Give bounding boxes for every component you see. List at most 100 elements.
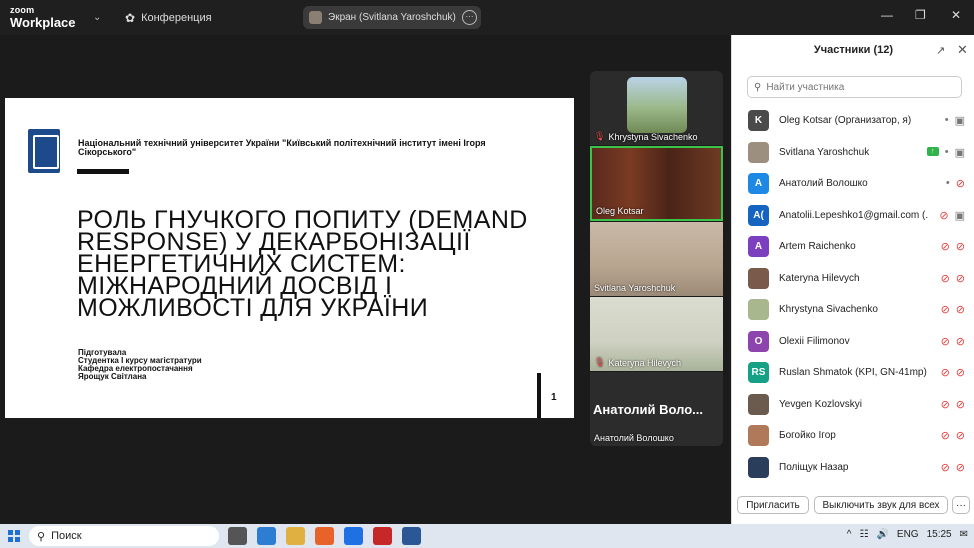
camera-icon[interactable]: ▣ <box>955 209 965 222</box>
clock[interactable]: 15:25 <box>927 529 952 540</box>
participant-name: Anatolii.Lepeshko1@gmail.com (... <box>779 209 929 221</box>
video-tile[interactable]: 🎙 Kateryna Hilevych <box>590 297 723 371</box>
mic-muted-icon[interactable]: ⊘ <box>941 429 950 442</box>
pdf-reader-icon[interactable] <box>373 527 392 545</box>
participant-name: Kateryna Hilevych <box>779 272 860 284</box>
sharer-avatar <box>309 11 322 24</box>
task-view-icon[interactable] <box>228 527 247 545</box>
participant-row[interactable]: K Oleg Kotsar (Организатор, я) • ▣ <box>732 105 974 137</box>
camera-off-icon[interactable]: ⊘ <box>956 177 965 190</box>
firefox-icon[interactable] <box>315 527 334 545</box>
taskbar-search-label: Поиск <box>51 530 82 542</box>
participant-row[interactable]: A(Anatolii.Lepeshko1@gmail.com (... ⊘ ▣ <box>732 200 974 232</box>
restore-icon[interactable]: ❐ <box>915 8 926 22</box>
zoom-logo: zoom Workplace <box>10 5 76 30</box>
mic-icon[interactable]: • <box>946 177 950 190</box>
camera-off-icon[interactable]: ⊘ <box>956 461 965 474</box>
mic-muted-icon[interactable]: ⊘ <box>941 366 950 379</box>
tile-name-text: Khrystyna Sivachenko <box>608 131 698 142</box>
video-tile[interactable]: 🎙 Khrystyna Sivachenko <box>590 71 723 145</box>
video-tile-active-speaker[interactable]: Oleg Kotsar <box>590 146 723 221</box>
participant-name: Olexii Filimonov <box>779 335 850 347</box>
windows-start-icon[interactable] <box>8 530 20 542</box>
photos-icon[interactable] <box>257 527 276 545</box>
screen-share-pill[interactable]: Экран (Svitlana Yaroshchuk) ··· <box>303 6 481 29</box>
participant-row[interactable]: Svitlana Yaroshchuk ↑ • ▣ <box>732 137 974 169</box>
close-icon[interactable]: ✕ <box>951 8 961 22</box>
windows-taskbar: ⚲ Поиск ^ ☷ 🔊 ENG 15:25 ✉ <box>0 524 974 548</box>
participant-name: Oleg Kotsar (Организатор, я) <box>779 115 912 127</box>
tile-big-name: Анатолий Воло... <box>593 402 704 417</box>
tile-name-text: Oleg Kotsar <box>596 206 644 216</box>
avatar <box>748 267 769 289</box>
camera-off-icon[interactable]: ⊘ <box>956 303 965 316</box>
camera-off-icon[interactable]: ⊘ <box>956 429 965 442</box>
more-button[interactable]: ··· <box>952 496 970 514</box>
chevron-up-icon[interactable]: ^ <box>847 529 852 540</box>
invite-button[interactable]: Пригласить <box>737 496 809 514</box>
participant-status: ↑ • ▣ <box>926 146 965 159</box>
panel-footer: Пригласить Выключить звук для всех ··· <box>732 494 974 524</box>
chevron-down-icon[interactable]: ⌄ <box>93 12 101 23</box>
participant-row[interactable]: O Olexii Filimonov ⊘ ⊘ <box>732 326 974 358</box>
mic-icon[interactable]: • <box>945 114 949 127</box>
participant-name: Khrystyna Sivachenko <box>779 304 878 316</box>
taskbar-search[interactable]: ⚲ Поиск <box>29 526 219 546</box>
slide-title: РОЛЬ ГНУЧКОГО ПОПИТУ (DEMAND RESPONSE) У… <box>77 206 528 322</box>
minimize-icon[interactable]: — <box>881 8 893 22</box>
network-icon[interactable]: ☷ <box>859 529 868 540</box>
participant-status: ⊘ ⊘ <box>941 272 965 285</box>
participant-row[interactable]: A Анатолий Волошко • ⊘ <box>732 168 974 200</box>
participant-row[interactable]: A Artem Raichenko ⊘ ⊘ <box>732 231 974 263</box>
file-explorer-icon[interactable] <box>286 527 305 545</box>
participant-name: Ruslan Shmatok (KPI, GN-41mp) <box>779 367 927 379</box>
mic-muted-icon[interactable]: ⊘ <box>941 461 950 474</box>
participant-status: ⊘ ⊘ <box>941 303 965 316</box>
video-tile[interactable]: Анатолий Воло... Анатолий Волошко <box>590 372 723 446</box>
notification-icon[interactable]: ✉ <box>960 529 968 540</box>
participant-row[interactable]: Khrystyna Sivachenko ⊘ ⊘ <box>732 294 974 326</box>
video-tile[interactable]: Svitlana Yaroshchuk <box>590 222 723 296</box>
mic-icon[interactable]: • <box>945 146 949 159</box>
camera-off-icon[interactable]: ⊘ <box>956 272 965 285</box>
camera-off-icon[interactable]: ⊘ <box>956 335 965 348</box>
participant-row[interactable]: Богойко Ігор ⊘ ⊘ <box>732 420 974 452</box>
tile-name-text: Kateryna Hilevych <box>608 357 681 368</box>
zoom-window: zoom Workplace ⌄ ✿ Конференция Экран (Sv… <box>0 0 974 524</box>
popout-icon[interactable]: ↗ <box>936 44 945 57</box>
more-options-icon[interactable]: ··· <box>462 10 477 25</box>
participant-name: Yevgen Kozlovskyi <box>779 398 863 410</box>
avatar: A <box>748 173 769 195</box>
close-icon[interactable]: ✕ <box>957 42 968 58</box>
mic-muted-icon[interactable]: ⊘ <box>941 272 950 285</box>
camera-off-icon[interactable]: ⊘ <box>956 240 965 253</box>
page-number: 1 <box>551 392 557 403</box>
mute-all-button[interactable]: Выключить звук для всех <box>814 496 948 514</box>
page-bar <box>537 373 541 418</box>
participant-row[interactable]: Kateryna Hilevych ⊘ ⊘ <box>732 263 974 295</box>
conference-menu[interactable]: ✿ Конференция <box>125 11 212 25</box>
camera-icon[interactable]: ▣ <box>955 114 965 127</box>
mic-muted-icon[interactable]: ⊘ <box>941 240 950 253</box>
search-icon: ⚲ <box>754 81 762 93</box>
camera-off-icon[interactable]: ⊘ <box>956 366 965 379</box>
participants-panel: Участники (12) ↗ ✕ ⚲ KOleg Kotsar (Орган… <box>731 35 974 524</box>
mic-muted-icon[interactable]: ⊘ <box>941 303 950 316</box>
participant-search[interactable]: ⚲ <box>747 76 962 98</box>
conference-label: Конференция <box>141 12 212 24</box>
zoom-app-icon[interactable] <box>344 527 363 545</box>
participant-row[interactable]: RS Ruslan Shmatok (KPI, GN-41mp) ⊘ ⊘ <box>732 357 974 389</box>
volume-icon[interactable]: 🔊 <box>876 529 888 540</box>
search-input[interactable] <box>766 81 947 93</box>
participant-row[interactable]: Yevgen Kozlovskyi ⊘ ⊘ <box>732 389 974 421</box>
mic-muted-icon[interactable]: ⊘ <box>939 209 948 222</box>
camera-off-icon[interactable]: ⊘ <box>956 398 965 411</box>
people-icon: ✿ <box>125 11 136 25</box>
word-icon[interactable] <box>402 527 421 545</box>
participant-row[interactable]: Поліщук Назар ⊘ ⊘ <box>732 452 974 484</box>
mic-muted-icon[interactable]: ⊘ <box>941 398 950 411</box>
camera-icon[interactable]: ▣ <box>955 146 965 159</box>
language-indicator[interactable]: ENG <box>897 529 919 540</box>
mic-muted-icon[interactable]: ⊘ <box>941 335 950 348</box>
title-bar: zoom Workplace ⌄ ✿ Конференция Экран (Sv… <box>0 0 974 35</box>
